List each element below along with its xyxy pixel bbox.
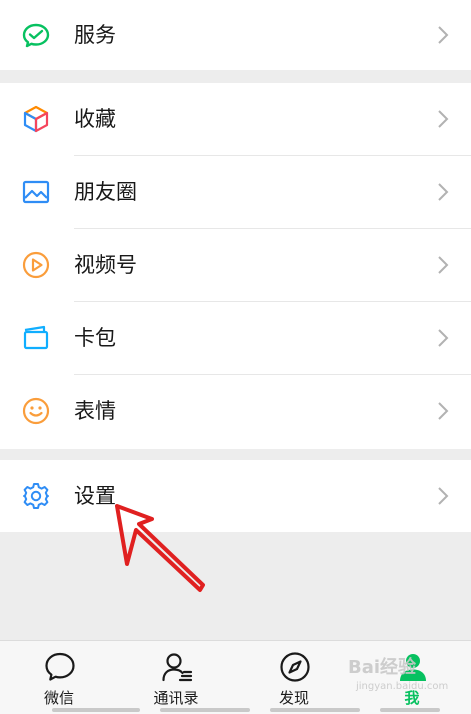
menu-item-settings[interactable]: 设置 [0,460,471,532]
menu-label-cards: 卡包 [74,326,116,350]
chevron-right-icon [438,402,449,420]
menu-item-favorites[interactable]: 收藏 [0,83,471,155]
menu-label-favorites: 收藏 [74,107,116,131]
tab-discover[interactable]: 发现 [249,641,339,714]
chat-bubble-icon [45,652,75,681]
home-indicator [380,708,440,712]
home-indicator [160,708,250,712]
menu-item-stickers[interactable]: 表情 [0,375,471,447]
menu-label-moments: 朋友圈 [74,180,137,204]
menu-label-service: 服务 [74,23,116,47]
watermark-brand: Bai经验 [348,657,417,678]
tab-label: 发现 [278,689,309,707]
wallet-card-icon [23,325,49,350]
wechat-pay-icon [22,23,50,48]
settings-group: 设置 [0,460,471,532]
chevron-right-icon [438,110,449,128]
menu-label-channels: 视频号 [74,253,137,277]
chevron-right-icon [438,26,449,44]
tab-label: 通讯录 [153,689,199,707]
chevron-right-icon [438,329,449,347]
chevron-right-icon [438,256,449,274]
tab-label: 微信 [43,689,74,707]
chevron-right-icon [438,183,449,201]
contacts-icon [162,653,193,682]
play-circle-icon [22,251,50,279]
menu-item-service[interactable]: 服务 [0,0,471,70]
bottom-tab-bar: 微信 通讯录 发现 我 Bai经验 jingyan.baidu.com [0,640,471,714]
service-group: 服务 [0,0,471,70]
menu-item-cards[interactable]: 卡包 [0,302,471,374]
menu-item-channels[interactable]: 视频号 [0,229,471,301]
tab-contacts[interactable]: 通讯录 [131,641,221,714]
chevron-right-icon [438,487,449,505]
menu-item-moments[interactable]: 朋友圈 [0,156,471,228]
watermark-url: jingyan.baidu.com [356,681,449,692]
menu-label-stickers: 表情 [74,399,116,423]
features-group: 收藏 朋友圈 视频号 卡包 表情 [0,83,471,449]
picture-icon [22,180,50,204]
cube-icon [23,105,49,133]
compass-icon [280,652,310,682]
home-indicator [270,708,360,712]
menu-label-settings: 设置 [74,484,116,508]
gear-icon [23,483,49,509]
tab-chats[interactable]: 微信 [14,641,104,714]
home-indicator [52,708,140,712]
smiley-icon [22,397,50,425]
